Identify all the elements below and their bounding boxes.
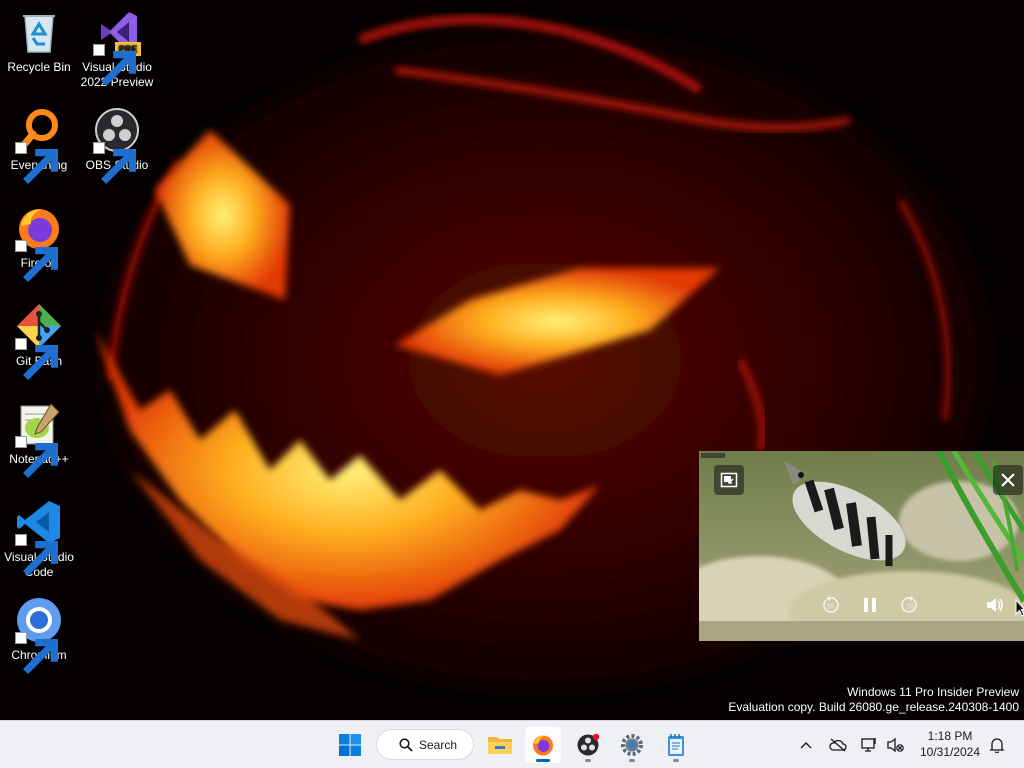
visual-studio-icon: PRE bbox=[93, 8, 141, 86]
shortcut-arrow-icon bbox=[93, 142, 136, 184]
svg-text:10: 10 bbox=[826, 604, 834, 611]
mouse-cursor-icon bbox=[1015, 599, 1024, 617]
desktop-icon-firefox[interactable]: Firefox bbox=[1, 204, 77, 282]
chevron-up-icon bbox=[800, 742, 812, 749]
taskbar-obs-studio[interactable] bbox=[570, 727, 606, 763]
taskbar-search[interactable]: Search bbox=[376, 729, 474, 760]
recycle-bin-icon bbox=[15, 8, 63, 56]
notepad-plus-plus-icon bbox=[15, 400, 63, 478]
firefox-icon bbox=[533, 735, 553, 756]
volume-status-button[interactable] bbox=[883, 733, 907, 757]
show-hidden-icons-button[interactable] bbox=[794, 733, 818, 757]
desktop-icon-vscode[interactable]: Visual Studio Code bbox=[1, 498, 77, 580]
watermark-edition: Windows 11 Pro Insider Preview bbox=[847, 685, 1019, 699]
cloud-offline-icon bbox=[829, 738, 847, 752]
rewind-10-button[interactable]: 10 bbox=[816, 591, 844, 619]
settings-gear-icon bbox=[621, 734, 643, 756]
desktop-icon-chromium[interactable]: Chromium bbox=[1, 596, 77, 674]
close-pip-button[interactable] bbox=[993, 465, 1023, 495]
desktop-icon-obs-studio[interactable]: OBS Studio bbox=[79, 106, 155, 184]
shortcut-arrow-icon bbox=[15, 142, 58, 184]
desktop-icon-everything[interactable]: Everything bbox=[1, 106, 77, 184]
running-indicator bbox=[673, 759, 679, 762]
shortcut-arrow-icon bbox=[15, 240, 58, 282]
taskbar-notepad[interactable] bbox=[658, 727, 694, 763]
taskbar-clock[interactable]: 1:18 PM 10/31/2024 bbox=[914, 728, 986, 760]
bell-icon bbox=[989, 738, 1005, 753]
shortcut-arrow-icon bbox=[15, 534, 58, 576]
file-explorer-icon bbox=[488, 737, 512, 754]
desktop-icon-git-bash[interactable]: Git Bash bbox=[1, 302, 77, 380]
network-status-button[interactable] bbox=[857, 733, 881, 757]
active-indicator bbox=[536, 759, 550, 762]
search-icon bbox=[399, 737, 413, 752]
obs-studio-icon bbox=[577, 733, 600, 756]
chromium-icon bbox=[15, 596, 63, 674]
volume-icon bbox=[987, 598, 1003, 612]
back-to-tab-button[interactable] bbox=[714, 465, 744, 495]
running-indicator bbox=[585, 759, 591, 762]
taskbar-file-explorer[interactable] bbox=[482, 727, 518, 763]
notepad-icon bbox=[668, 734, 684, 756]
git-bash-icon bbox=[15, 302, 63, 380]
search-label: Search bbox=[419, 737, 458, 752]
clock-date: 10/31/2024 bbox=[919, 745, 981, 759]
pause-icon bbox=[864, 598, 876, 612]
watermark-build: Evaluation copy. Build 26080.ge_release.… bbox=[728, 700, 1019, 714]
everything-search-icon bbox=[15, 106, 63, 184]
shortcut-arrow-icon bbox=[15, 436, 58, 478]
obs-studio-icon bbox=[93, 106, 141, 184]
windows-logo-icon bbox=[339, 734, 361, 756]
notifications-button[interactable] bbox=[985, 733, 1009, 757]
onedrive-status-button[interactable] bbox=[826, 733, 850, 757]
taskbar-settings[interactable] bbox=[614, 727, 650, 763]
back-to-tab-icon bbox=[720, 472, 738, 488]
rewind-icon: 10 bbox=[823, 596, 839, 613]
svg-text:10: 10 bbox=[906, 604, 914, 611]
taskbar-firefox[interactable] bbox=[525, 727, 561, 763]
desktop-icon-label: Recycle Bin bbox=[7, 60, 71, 74]
desktop-icon-notepad-plus-plus[interactable]: Notepad++ bbox=[1, 400, 77, 478]
shortcut-arrow-icon bbox=[93, 44, 136, 86]
windows-watermark: Windows 11 Pro Insider Preview Evaluatio… bbox=[728, 685, 1019, 715]
running-indicator bbox=[629, 759, 635, 762]
shortcut-arrow-icon bbox=[15, 632, 58, 674]
desktop-icon-recycle-bin[interactable]: Recycle Bin bbox=[1, 8, 77, 75]
pause-button[interactable] bbox=[856, 591, 884, 619]
vscode-icon bbox=[15, 498, 63, 576]
taskbar: Search 1:18 PM 10/31/2024 bbox=[0, 720, 1024, 768]
volume-button[interactable] bbox=[981, 591, 1009, 619]
speaker-muted-icon bbox=[887, 737, 904, 753]
close-icon bbox=[1001, 473, 1015, 487]
forward-icon: 10 bbox=[901, 596, 917, 613]
desktop-icon-visual-studio[interactable]: PRE Visual Studio 2022 Preview bbox=[79, 8, 155, 90]
start-button[interactable] bbox=[332, 727, 368, 763]
forward-10-button[interactable]: 10 bbox=[896, 591, 924, 619]
picture-in-picture-window[interactable]: 10 10 bbox=[699, 451, 1024, 641]
firefox-icon bbox=[15, 204, 63, 282]
shortcut-arrow-icon bbox=[15, 338, 58, 380]
network-icon bbox=[861, 738, 876, 752]
clock-time: 1:18 PM bbox=[927, 729, 973, 743]
